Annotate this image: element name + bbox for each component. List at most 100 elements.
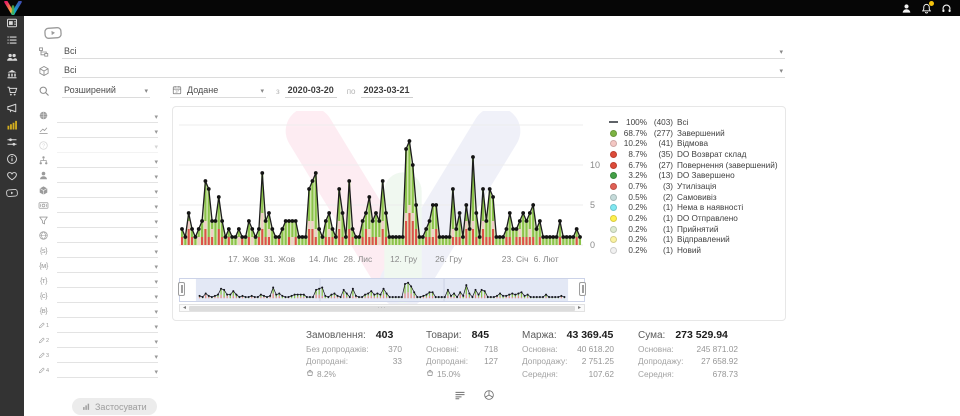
filter-select-8[interactable]: ▾ <box>57 215 158 228</box>
legend-item-7[interactable]: 0.7%(3)Утилізація <box>609 181 779 192</box>
filter-select-17[interactable]: ▾ <box>57 350 158 363</box>
legend-item-3[interactable]: 10.2%(41)Відмова <box>609 138 779 149</box>
sidebar-item-orders[interactable] <box>0 33 24 50</box>
svg-text:26. Гру: 26. Гру <box>435 254 463 264</box>
legend-item-13[interactable]: 0.2%(1)Новий <box>609 245 779 256</box>
notifications-bell-icon[interactable] <box>921 3 932 14</box>
sidebar-item-info[interactable] <box>0 152 24 169</box>
basket-percent-icon <box>306 369 314 379</box>
brand-logo-icon[interactable] <box>4 1 22 15</box>
legend-item-2[interactable]: 68.7%(277)Завершений <box>609 128 779 139</box>
filter-select-15[interactable]: ▾ <box>57 320 158 333</box>
brush-handle-left[interactable] <box>178 282 185 296</box>
filter-select-2[interactable]: ▾ <box>57 125 158 138</box>
support-headset-icon[interactable] <box>941 3 952 14</box>
filter-row-advanced: Розширений ▾ 17 Додане ▾ з 2020-03-20 по… <box>38 80 960 98</box>
search-mode-select[interactable]: Розширений ▾ <box>62 82 150 98</box>
stat-subvalue: 33 <box>393 356 402 366</box>
legend-item-10[interactable]: 0.2%(1)DO Отправлено <box>609 213 779 224</box>
stat-sublabel: Основна: <box>638 344 674 354</box>
filter-select-6[interactable]: ▾ <box>57 185 158 198</box>
trend-icon <box>38 125 49 136</box>
date-to-input[interactable]: 2023-03-21 <box>361 82 413 98</box>
search-icon <box>38 84 50 96</box>
main-chart-area[interactable]: 051017. Жов31. Жов14. Лис28. Лис12. Гру2… <box>179 113 603 312</box>
box-icon <box>38 185 49 196</box>
filter-select-1[interactable]: ▾ <box>57 110 158 123</box>
sidebar-item-tutorials[interactable] <box>0 186 24 203</box>
orders-daily-chart[interactable]: 051017. Жов31. Жов14. Лис28. Лис12. Гру2… <box>179 113 603 269</box>
scrollbar-grip-icon: ··· <box>378 306 387 311</box>
stat-subrow: Середня:678.73 <box>638 369 738 379</box>
svg-text:28. Лис: 28. Лис <box>344 254 374 264</box>
sidebar-item-sales[interactable] <box>0 84 24 101</box>
date-from-input[interactable]: 2020-03-20 <box>285 82 337 98</box>
sidebar-item-settings[interactable] <box>0 135 24 152</box>
filter-select-11[interactable]: ▾ <box>57 260 158 273</box>
filter-select-5[interactable]: ▾ <box>57 170 158 183</box>
filter-select-13[interactable]: ▾ <box>57 290 158 303</box>
chevron-down-icon: ▾ <box>154 279 158 287</box>
filter-select-3[interactable]: ▾ <box>57 140 158 153</box>
filter-select-9[interactable]: ▾ <box>57 230 158 243</box>
legend-count: (35) <box>647 150 673 159</box>
sidebar-item-clients[interactable] <box>0 50 24 67</box>
svg-text:12. Гру: 12. Гру <box>390 254 418 264</box>
filter-select-7[interactable]: ▾ <box>57 200 158 213</box>
sidebar-item-analytics[interactable] <box>0 118 24 135</box>
sidebar-item-dashboard[interactable] <box>0 16 24 33</box>
apply-filters-button[interactable]: Застосувати <box>72 398 157 415</box>
filter-row-box: ▾ <box>38 183 166 198</box>
legend-item-1[interactable]: 100%(403)Всі <box>609 117 779 128</box>
legend-item-5[interactable]: 6.7%(27)Повернення (завершений) <box>609 160 779 171</box>
help-video-icon[interactable] <box>44 26 62 40</box>
stat-subrow: Допродажу:27 658.92 <box>638 356 738 366</box>
sidebar-item-marketing[interactable] <box>0 101 24 118</box>
legend-item-4[interactable]: 8.7%(35)DO Возврат склад <box>609 149 779 160</box>
category-select[interactable]: Всі ▾ <box>62 43 785 59</box>
stat-subrow: Допродані:127 <box>426 356 498 366</box>
filter-row-pencil3: 3▾ <box>38 348 166 363</box>
sidebar-item-loyalty[interactable] <box>0 169 24 186</box>
filter-select-12[interactable]: ▾ <box>57 275 158 288</box>
list-view-icon[interactable] <box>454 388 466 400</box>
legend-count: (1) <box>647 225 673 234</box>
legend-swatch <box>609 226 618 233</box>
legend-item-9[interactable]: 0.2%(1)Нема в наявності <box>609 203 779 214</box>
brush-handle-right[interactable] <box>579 282 586 296</box>
scrollbar-thumb[interactable]: ··· <box>189 306 575 311</box>
legend-swatch <box>609 247 618 254</box>
legend-item-6[interactable]: 3.2%(13)DO Завершено <box>609 170 779 181</box>
dashboard-icon <box>6 16 18 34</box>
legend-pct: 0.5% <box>621 193 647 202</box>
date-field-select[interactable]: 17 Додане ▾ <box>170 82 266 98</box>
legend-count: (1) <box>647 246 673 255</box>
filter-select-18[interactable]: ▾ <box>57 365 158 378</box>
legend-count: (1) <box>647 235 673 244</box>
legend-item-12[interactable]: 0.2%(1)Відправлений <box>609 235 779 246</box>
legend-swatch <box>609 215 618 222</box>
minimap-chart[interactable] <box>179 278 585 302</box>
horizontal-scrollbar[interactable]: ◂ ··· ▸ <box>179 304 585 312</box>
legend-pct: 0.7% <box>621 182 647 191</box>
scroll-right-arrow-icon[interactable]: ▸ <box>575 305 584 311</box>
package-view-icon[interactable] <box>483 388 495 400</box>
filter-select-14[interactable]: ▾ <box>57 305 158 318</box>
chevron-down-icon: ▾ <box>154 294 158 302</box>
legend-item-8[interactable]: 0.5%(2)Самовивіз <box>609 192 779 203</box>
legend-item-11[interactable]: 0.2%(1)Прийнятий <box>609 224 779 235</box>
stat-upsell-pct: 8.2% <box>317 369 336 379</box>
filter-row-brace: {в}▾ <box>38 303 166 318</box>
sidebar-item-company[interactable] <box>0 67 24 84</box>
filter-select-4[interactable]: ▾ <box>57 155 158 168</box>
filter-select-16[interactable]: ▾ <box>57 335 158 348</box>
product-select[interactable]: Всі ▾ <box>62 62 785 78</box>
user-icon[interactable] <box>901 3 912 14</box>
main-panel: 051017. Жов31. Жов14. Лис28. Лис12. Гру2… <box>166 104 960 415</box>
filter-select-10[interactable]: ▾ <box>57 245 158 258</box>
scroll-left-arrow-icon[interactable]: ◂ <box>180 305 189 311</box>
stat-subvalue: 718 <box>484 344 498 354</box>
brush-minimap[interactable]: ◂ ··· ▸ <box>179 278 585 312</box>
filter-row-brace: {s}▾ <box>38 243 166 258</box>
legend-label: Нема в наявності <box>677 203 743 212</box>
